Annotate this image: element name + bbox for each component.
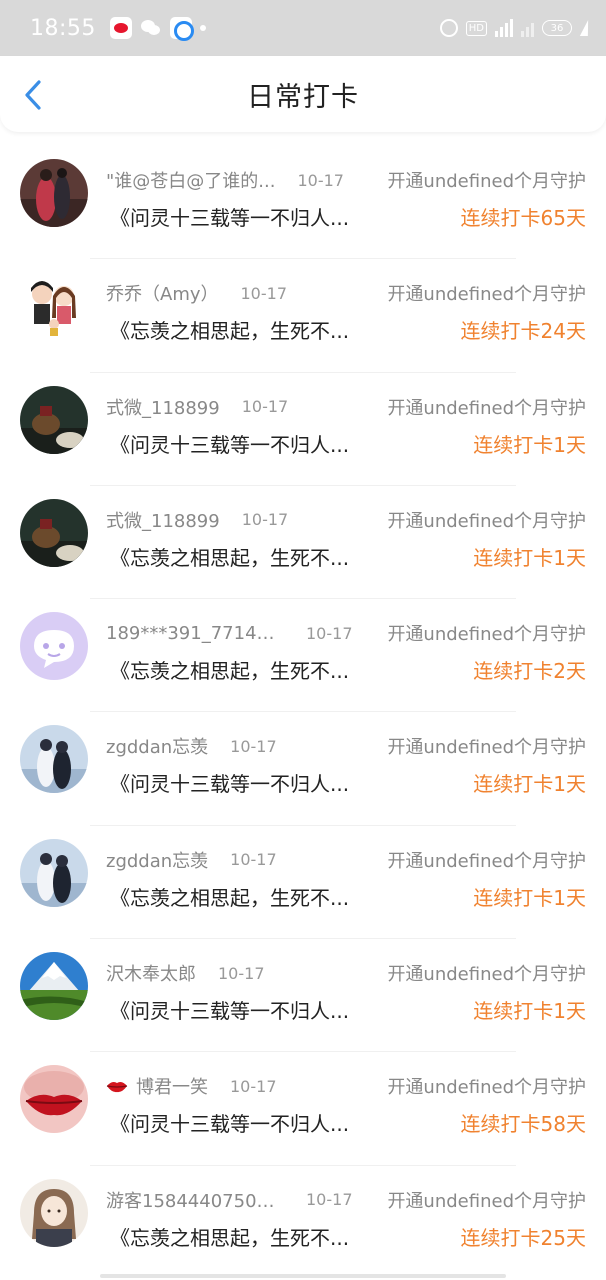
checkin-date: 10-17 [306, 623, 353, 643]
back-button[interactable] [20, 78, 50, 112]
checkin-content[interactable]: 《问灵十三载等一不归人... [110, 768, 376, 797]
cartoon-couple-avatar[interactable] [20, 272, 88, 341]
status-system-icons: HD 36 [439, 19, 590, 37]
lips-badge-icon [106, 1082, 128, 1093]
guard-status: 开通undefined个月守护 [387, 624, 586, 646]
checkin-date: 10-17 [230, 736, 277, 756]
streak-days: 连续打卡25天 [460, 1225, 586, 1250]
wechat-icon [140, 17, 162, 39]
girl-sketch-avatar[interactable] [20, 1178, 88, 1247]
guard-status: 开通undefined个月守护 [387, 964, 586, 986]
checkin-content[interactable]: 《问灵十三载等一不归人... [110, 995, 376, 1024]
battery-icon: 36 [542, 20, 572, 36]
alarm-icon [439, 19, 458, 37]
list-item[interactable]: 沢木奉太郎 10-17 开通undefined个月守护 《问灵十三载等一不归人.… [0, 939, 606, 1053]
list-item[interactable]: zgddan忘羡 10-17 开通undefined个月守护 《忘羡之相思起，生… [0, 826, 606, 940]
user-name[interactable]: zgddan忘羡 [106, 733, 208, 759]
list-item[interactable]: 式微_118899 10-17 开通undefined个月守护 《忘羡之相思起，… [0, 486, 606, 600]
user-name[interactable]: "谁@苍白@了谁的... [106, 167, 275, 193]
photo-avatar-couple[interactable] [20, 159, 88, 227]
more-notifications-dot-icon [199, 25, 206, 31]
checkin-content[interactable]: 《忘羡之相思起，生死不... [110, 655, 376, 684]
guard-status: 开通undefined个月守护 [387, 171, 586, 192]
list-item[interactable]: 游客15844407500... 10-17 开通undefined个月守护 《… [0, 1166, 606, 1279]
guard-status: 开通undefined个月守护 [387, 1190, 586, 1212]
checkin-content[interactable]: 《问灵十三载等一不归人... [110, 429, 376, 458]
guard-status: 开通undefined个月守护 [387, 737, 586, 759]
hd-icon: HD [465, 20, 487, 36]
nav-bar: 日常打卡 [0, 56, 606, 132]
streak-days: 连续打卡2天 [473, 659, 586, 684]
home-indicator[interactable] [100, 1274, 506, 1278]
checkin-content[interactable]: 《问灵十三载等一不归人... [110, 1108, 376, 1137]
status-time: 18:55 [30, 15, 96, 41]
charging-icon [580, 19, 590, 37]
streak-days: 连续打卡1天 [473, 545, 586, 570]
streak-days: 连续打卡1天 [473, 432, 586, 457]
guard-status: 开通undefined个月守护 [387, 1077, 586, 1099]
status-notification-icons [109, 17, 206, 41]
drama-avatar[interactable] [20, 725, 88, 794]
streak-days: 连续打卡24天 [460, 319, 586, 344]
streak-days: 连续打卡1天 [473, 885, 586, 910]
list-item[interactable]: "谁@苍白@了谁的... 10-17 开通undefined个月守护 《问灵十三… [0, 146, 606, 260]
user-name[interactable]: 式微_118899 [106, 394, 220, 420]
user-name[interactable]: 式微_118899 [106, 507, 220, 533]
guard-status: 开通undefined个月守护 [387, 284, 586, 306]
checkin-date: 10-17 [241, 510, 289, 530]
user-name[interactable]: 博君一笑 [136, 1073, 208, 1099]
checkin-list: "谁@苍白@了谁的... 10-17 开通undefined个月守护 《问灵十三… [0, 146, 606, 1279]
list-item[interactable]: 189***391_77141... 10-17 开通undefined个月守护… [0, 599, 606, 713]
list-item[interactable]: 乔乔（Amy） 10-17 开通undefined个月守护 《忘羡之相思起，生死… [0, 259, 606, 373]
user-name[interactable]: 沢木奉太郎 [106, 960, 196, 986]
guard-status: 开通undefined个月守护 [387, 510, 586, 532]
checkin-content[interactable]: 《问灵十三载等一不归人... [110, 202, 376, 231]
mountain-avatar[interactable] [20, 952, 88, 1021]
checkin-date: 10-17 [306, 1190, 353, 1210]
signal-4g-icon [495, 19, 513, 37]
page-title: 日常打卡 [247, 81, 359, 113]
streak-days: 连续打卡1天 [473, 999, 586, 1024]
user-name[interactable]: 乔乔（Amy） [106, 280, 219, 306]
guard-status: 开通undefined个月守护 [387, 850, 586, 872]
teapot-avatar[interactable] [20, 498, 88, 567]
checkin-date: 10-17 [241, 397, 289, 417]
drama-avatar[interactable] [20, 838, 88, 907]
list-item[interactable]: zgddan忘羡 10-17 开通undefined个月守护 《问灵十三载等一不… [0, 712, 606, 826]
guard-status: 开通undefined个月守护 [387, 397, 586, 419]
list-item[interactable]: 式微_118899 10-17 开通undefined个月守护 《问灵十三载等一… [0, 373, 606, 486]
streak-days: 连续打卡65天 [460, 206, 586, 230]
streak-days: 连续打卡1天 [473, 772, 586, 797]
checkin-date: 10-17 [218, 963, 265, 983]
checkin-content[interactable]: 《忘羡之相思起，生死不... [110, 882, 376, 911]
lips-avatar[interactable] [20, 1065, 88, 1134]
list-item[interactable]: 博君一笑 10-17 开通undefined个月守护 《问灵十三载等一不归人..… [0, 1052, 606, 1166]
user-name[interactable]: 游客15844407500... [106, 1187, 284, 1213]
chevron-left-icon [25, 80, 41, 110]
checkin-content[interactable]: 《忘羡之相思起，生死不... [110, 1222, 376, 1251]
signal-icon [521, 19, 534, 37]
streak-days: 连续打卡58天 [460, 1112, 586, 1137]
weibo-icon [109, 17, 132, 39]
checkin-content[interactable]: 《忘羡之相思起，生死不... [110, 315, 376, 344]
teapot-avatar[interactable] [20, 385, 88, 454]
status-bar: 18:55 HD 36 [0, 0, 606, 56]
user-name[interactable]: 189***391_77141... [106, 623, 284, 644]
default-chat-avatar[interactable] [20, 612, 88, 681]
checkin-date: 10-17 [297, 170, 344, 190]
checkin-date: 10-17 [230, 850, 277, 870]
user-name[interactable]: zgddan忘羡 [106, 847, 208, 873]
checkin-date: 10-17 [230, 1076, 277, 1096]
checkin-date: 10-17 [240, 283, 288, 303]
checkin-content[interactable]: 《忘羡之相思起，生死不... [110, 542, 376, 571]
qq-browser-icon [169, 17, 194, 41]
